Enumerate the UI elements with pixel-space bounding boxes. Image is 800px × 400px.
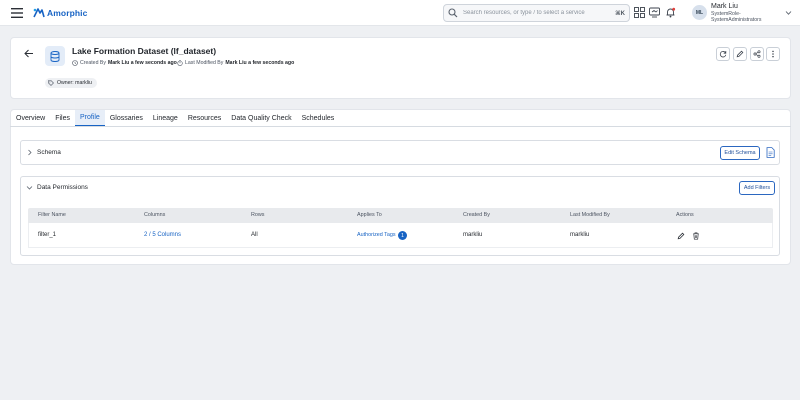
tab-glossaries[interactable]: Glossaries (105, 110, 148, 127)
user-name: Mark Liu (711, 3, 738, 10)
database-icon (50, 50, 60, 62)
brand-logo[interactable]: Amorphic (32, 6, 87, 20)
top-bar (0, 0, 800, 26)
chevron-down-icon[interactable] (785, 10, 792, 16)
tab-overview[interactable]: Overview (11, 110, 50, 127)
amorphic-logo-icon (33, 8, 45, 18)
table-header (28, 208, 773, 223)
apps-grid-icon[interactable] (634, 7, 645, 18)
modified-by-label: Last Modified By (185, 60, 224, 66)
tab-files[interactable]: Files (50, 110, 75, 127)
created-by-meta: Created By Mark Liu a few seconds ago (72, 60, 177, 66)
user-role: SystemRole-SystemAdministrators (711, 11, 762, 24)
tab-schedules[interactable]: Schedules (297, 110, 340, 127)
tab-divider (10, 126, 791, 127)
owner-chip: Owner: markliu (45, 78, 97, 88)
edit-dataset-button[interactable] (733, 47, 747, 61)
search-bar[interactable]: ⌘K (443, 4, 630, 22)
cell-created-by: markliu (463, 232, 483, 238)
share-button[interactable] (750, 47, 764, 61)
search-icon (448, 8, 458, 18)
modified-by-value: Mark Liu a few seconds ago (225, 60, 295, 66)
data-permissions-title[interactable]: Data Permissions (37, 184, 88, 191)
tab-lineage[interactable]: Lineage (148, 110, 183, 127)
edit-filter-icon[interactable] (677, 232, 685, 240)
column-header-filter-name: Filter Name (38, 212, 66, 218)
applies-count-badge: 1 (398, 231, 407, 240)
more-vertical-icon (772, 50, 774, 58)
cell-rows: All (251, 232, 258, 238)
created-by-label: Created By (80, 60, 106, 66)
avatar[interactable]: ML (692, 5, 707, 20)
tab-bar: Overview Files Profile Glossaries Lineag… (11, 110, 339, 127)
edit-schema-button[interactable]: Edit Schema (720, 146, 760, 160)
clock-icon (72, 60, 78, 66)
brand-name: Amorphic (47, 8, 88, 18)
search-input[interactable] (463, 10, 613, 16)
document-icon[interactable] (766, 147, 775, 158)
tab-profile[interactable]: Profile (74, 110, 105, 127)
share-icon (753, 50, 761, 58)
tab-data-quality-check[interactable]: Data Quality Check (226, 110, 296, 127)
cell-columns-link[interactable]: 2 / 5 Columns (144, 232, 181, 238)
owner-label: Owner: markliu (57, 80, 92, 86)
modified-by-meta: Last Modified By Mark Liu a few seconds … (177, 60, 294, 66)
column-header-created-by: Created By (463, 212, 490, 218)
cell-applies-to-link[interactable]: Authorized Tags (357, 232, 396, 238)
refresh-button[interactable] (716, 47, 730, 61)
cell-filter-name: filter_1 (38, 232, 57, 238)
column-header-last-modified-by: Last Modified By (570, 212, 610, 218)
column-header-applies-to: Applies To (357, 212, 382, 218)
tab-resources[interactable]: Resources (183, 110, 226, 127)
timer-icon (177, 60, 183, 66)
schema-title[interactable]: Schema (37, 149, 61, 156)
column-header-columns: Columns (144, 212, 166, 218)
column-header-rows: Rows (251, 212, 265, 218)
back-arrow-icon[interactable] (24, 49, 34, 58)
delete-filter-icon[interactable] (692, 232, 700, 240)
tag-icon (48, 80, 54, 86)
menu-icon[interactable] (11, 8, 23, 18)
schema-section (20, 140, 780, 165)
monitor-icon[interactable] (649, 7, 660, 18)
dataset-icon-box (45, 46, 65, 66)
cell-modified-by: markliu (570, 232, 590, 238)
refresh-icon (719, 51, 727, 58)
column-header-actions: Actions (676, 212, 694, 218)
add-filters-button[interactable]: Add Filters (739, 181, 775, 195)
chevron-down-icon[interactable] (26, 184, 33, 191)
pencil-icon (736, 50, 744, 58)
created-by-value: Mark Liu a few seconds ago (107, 60, 177, 66)
page-title: Lake Formation Dataset (lf_dataset) (72, 46, 217, 56)
chevron-right-icon[interactable] (26, 149, 33, 156)
bell-icon[interactable] (665, 7, 676, 18)
more-options-button[interactable] (766, 47, 780, 61)
search-shortcut: ⌘K (615, 10, 625, 17)
